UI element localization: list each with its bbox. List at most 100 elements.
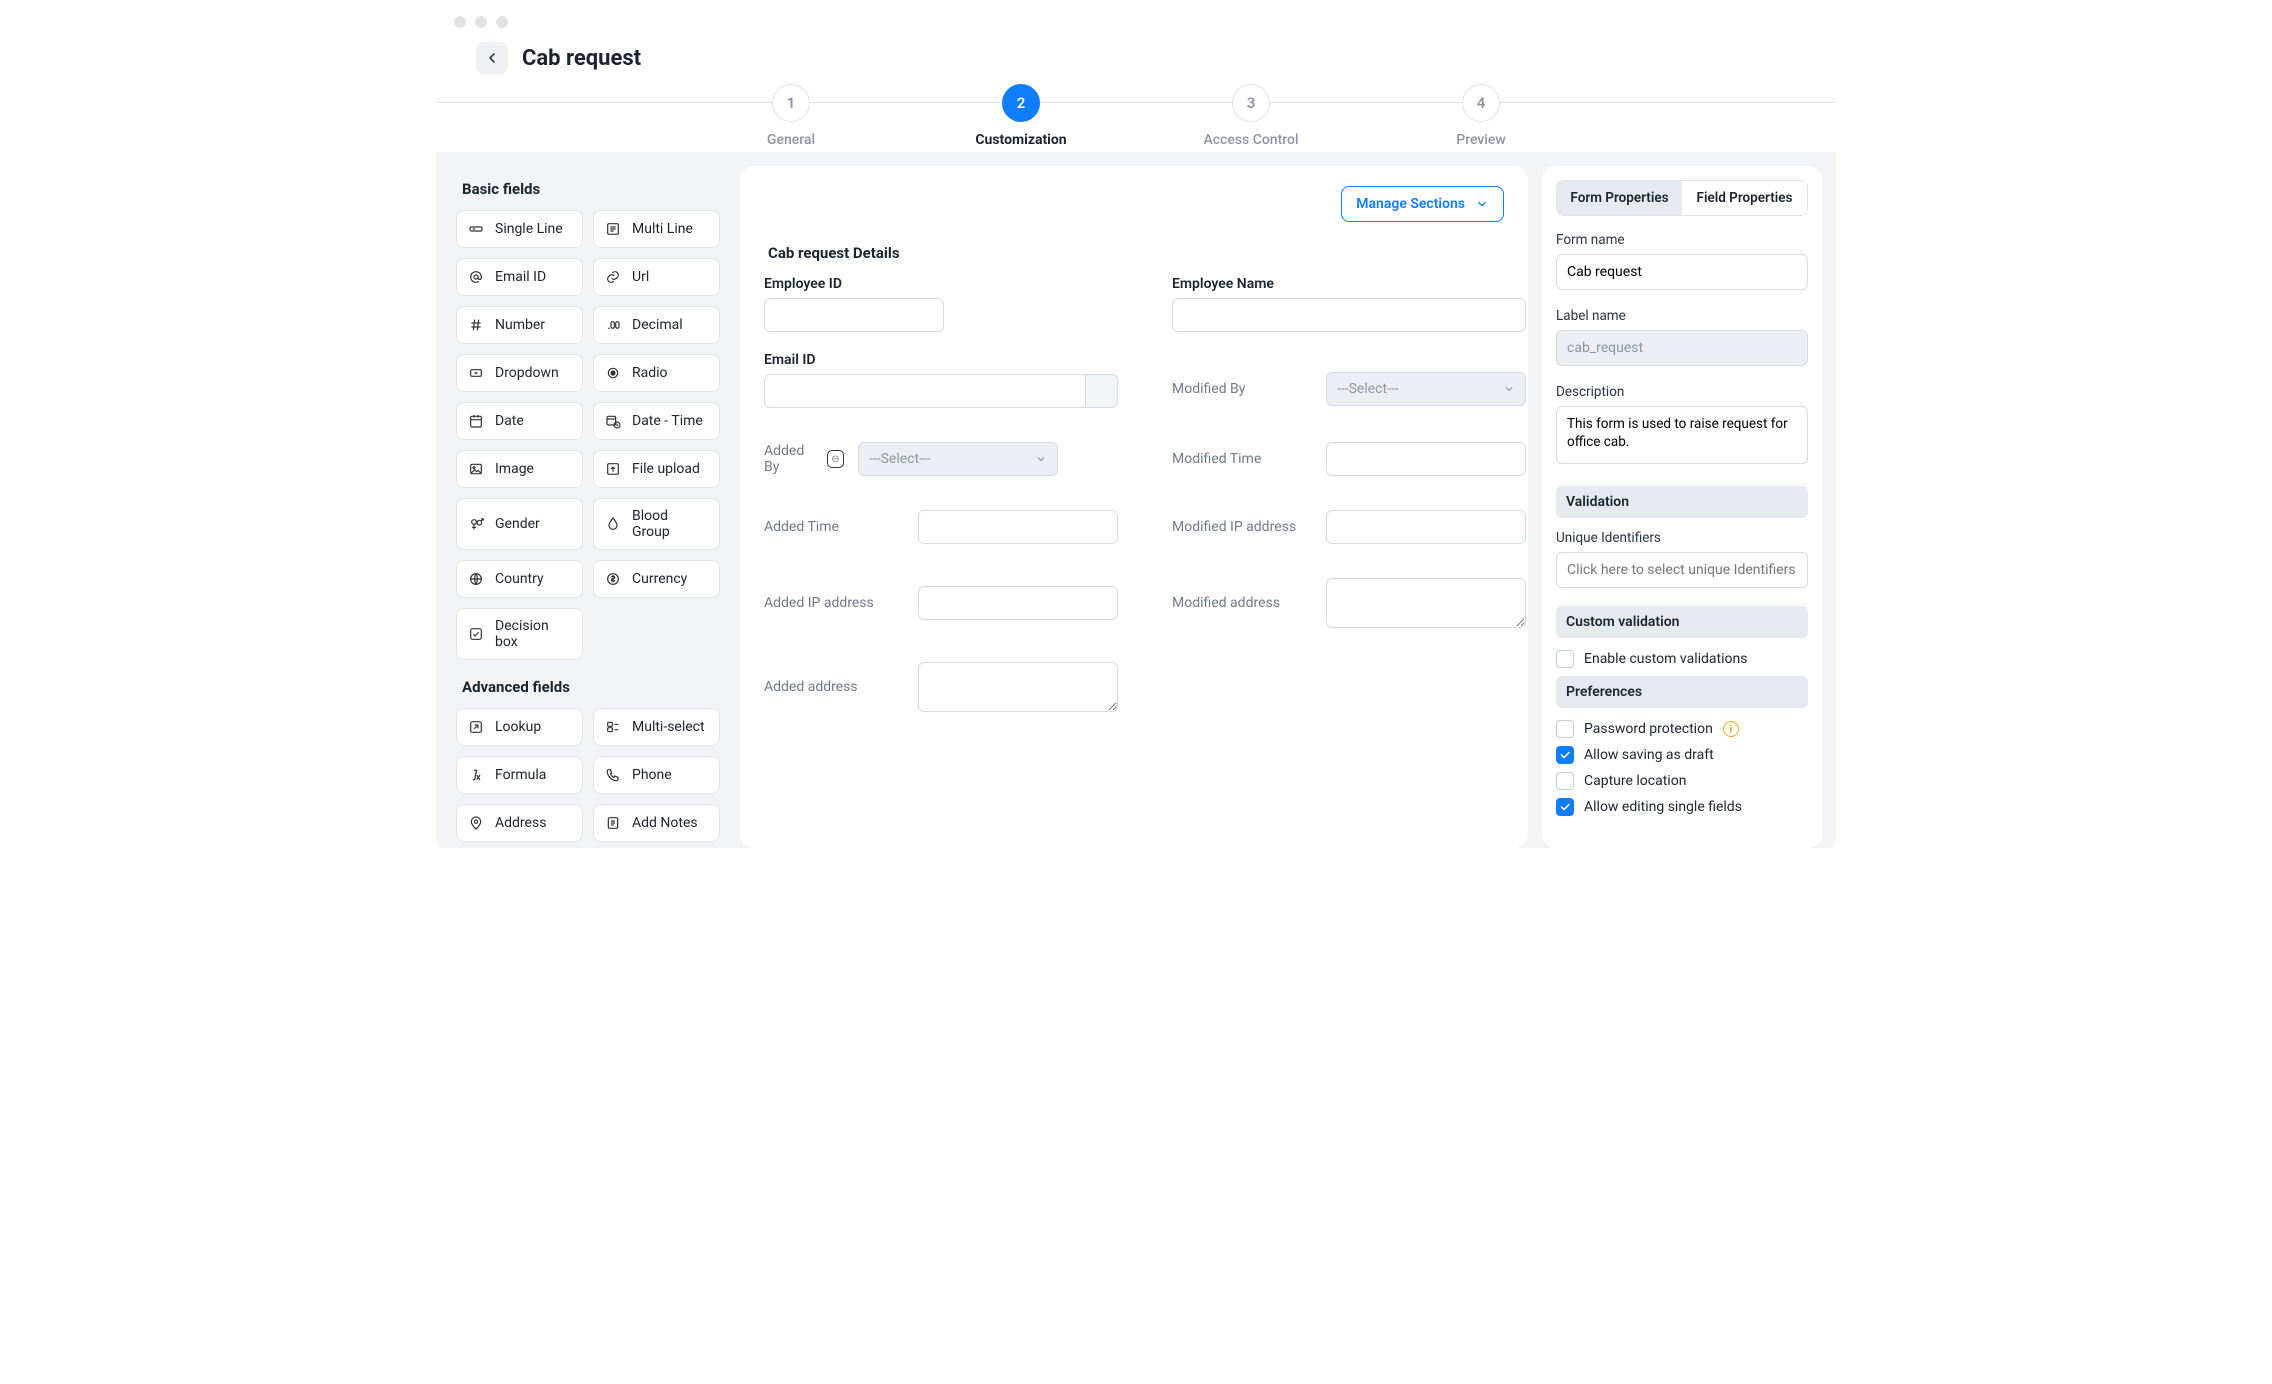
field-chip-url[interactable]: Url: [593, 258, 720, 296]
field-employee-name[interactable]: Employee Name: [1172, 276, 1526, 332]
employee-name-input[interactable]: [1172, 298, 1526, 332]
field-chip-add-notes[interactable]: Add Notes: [593, 804, 720, 842]
pref-allow-draft[interactable]: Allow saving as draft: [1556, 746, 1808, 764]
field-chip-date[interactable]: Date: [456, 402, 583, 440]
tab-field-properties[interactable]: Field Properties: [1682, 181, 1807, 215]
decimal-icon: [604, 316, 622, 334]
field-chip-phone[interactable]: Phone: [593, 756, 720, 794]
step-number: 1: [772, 84, 810, 122]
field-chip-date-time[interactable]: Date - Time: [593, 402, 720, 440]
checkbox-checked[interactable]: [1556, 798, 1574, 816]
field-added-by[interactable]: Added By ⊖ ---Select---: [764, 442, 1118, 476]
field-modified-address[interactable]: Modified address: [1172, 578, 1526, 628]
chevron-down-icon: [1475, 197, 1489, 211]
field-chip-multi-line[interactable]: Multi Line: [593, 210, 720, 248]
pref-capture-location[interactable]: Capture location: [1556, 772, 1808, 790]
checkbox-label: Allow editing single fields: [1584, 799, 1742, 815]
field-modified-ip[interactable]: Modified IP address: [1172, 510, 1526, 544]
field-modified-by[interactable]: Modified By ---Select---: [1172, 370, 1526, 408]
checkbox-checked[interactable]: [1556, 746, 1574, 764]
field-chip-single-line[interactable]: Single Line: [456, 210, 583, 248]
chevron-down-icon: [1035, 453, 1047, 465]
modified-time-input[interactable]: [1326, 442, 1526, 476]
form-name-input[interactable]: [1556, 254, 1808, 290]
field-label: Added address: [764, 679, 904, 695]
link-badge-icon: ⊖: [827, 450, 844, 468]
employee-id-input[interactable]: [764, 298, 944, 332]
field-label: Modified Time: [1172, 451, 1312, 467]
field-chip-multi-select[interactable]: Multi-select: [593, 708, 720, 746]
back-button[interactable]: [476, 42, 508, 74]
field-chip-label: Date: [495, 413, 524, 429]
calendar-clock-icon: [604, 412, 622, 430]
added-by-select[interactable]: ---Select---: [858, 442, 1058, 476]
field-chip-gender[interactable]: Gender: [456, 498, 583, 550]
checkbox-unchecked[interactable]: [1556, 650, 1574, 668]
gender-icon: [467, 515, 485, 533]
field-employee-id[interactable]: Employee ID: [764, 276, 1118, 332]
chevron-down-icon: [1503, 383, 1515, 395]
tab-form-properties[interactable]: Form Properties: [1557, 181, 1682, 215]
field-chip-lookup[interactable]: Lookup: [456, 708, 583, 746]
advanced-fields-title: Advanced fields: [462, 678, 714, 696]
form-name-label: Form name: [1556, 232, 1808, 248]
field-chip-blood-group[interactable]: Blood Group: [593, 498, 720, 550]
field-chip-dropdown[interactable]: Dropdown: [456, 354, 583, 392]
unique-identifiers-input[interactable]: [1556, 552, 1808, 588]
field-chip-formula[interactable]: Formula: [456, 756, 583, 794]
field-added-time[interactable]: Added Time: [764, 510, 1118, 544]
manage-sections-button[interactable]: Manage Sections: [1341, 186, 1504, 222]
modified-by-select[interactable]: ---Select---: [1326, 372, 1526, 406]
field-chip-country[interactable]: Country: [456, 560, 583, 598]
field-chip-label: Date - Time: [632, 413, 703, 429]
added-address-input[interactable]: [918, 662, 1118, 712]
modified-ip-input[interactable]: [1326, 510, 1526, 544]
single-line-icon: [467, 220, 485, 238]
stepper: 1 General 2 Customization 3 Access Control…: [436, 84, 1836, 148]
field-chip-label: Single Line: [495, 221, 563, 237]
manage-sections-label: Manage Sections: [1356, 196, 1465, 212]
field-modified-time[interactable]: Modified Time: [1172, 442, 1526, 476]
checkbox-label: Capture location: [1584, 773, 1686, 789]
image-icon: [467, 460, 485, 478]
enable-custom-validations-row[interactable]: Enable custom validations: [1556, 650, 1808, 668]
field-chip-label: Url: [632, 269, 649, 285]
checkbox-unchecked[interactable]: [1556, 720, 1574, 738]
pref-allow-edit-single[interactable]: Allow editing single fields: [1556, 798, 1808, 816]
field-added-address[interactable]: Added address: [764, 662, 1118, 712]
field-chip-currency[interactable]: Currency: [593, 560, 720, 598]
field-chip-image[interactable]: Image: [456, 450, 583, 488]
field-added-ip[interactable]: Added IP address: [764, 578, 1118, 628]
step-number: 3: [1232, 84, 1270, 122]
hash-icon: [467, 316, 485, 334]
modified-address-input[interactable]: [1326, 578, 1526, 628]
field-label: Modified By: [1172, 381, 1312, 397]
pin-icon: [467, 814, 485, 832]
field-chip-number[interactable]: Number: [456, 306, 583, 344]
field-chip-file-upload[interactable]: File upload: [593, 450, 720, 488]
field-chip-radio[interactable]: Radio: [593, 354, 720, 392]
step-customization[interactable]: 2 Customization: [961, 84, 1081, 148]
field-chip-address[interactable]: Address: [456, 804, 583, 842]
checkbox-unchecked[interactable]: [1556, 772, 1574, 790]
calendar-clock-icon[interactable]: [1525, 443, 1526, 475]
step-access-control[interactable]: 3 Access Control: [1191, 84, 1311, 148]
field-label: Modified IP address: [1172, 519, 1312, 535]
added-time-input[interactable]: [918, 510, 1118, 544]
upload-icon: [604, 460, 622, 478]
field-chip-label: Multi Line: [632, 221, 693, 237]
description-input[interactable]: This form is used to raise request for o…: [1556, 406, 1808, 464]
page-title: Cab request: [522, 46, 641, 71]
field-chip-email-id[interactable]: Email ID: [456, 258, 583, 296]
step-general[interactable]: 1 General: [731, 84, 851, 148]
pref-password-protection[interactable]: Password protection i: [1556, 720, 1808, 738]
added-ip-input[interactable]: [918, 586, 1118, 620]
field-email-id[interactable]: Email ID: [764, 352, 1118, 408]
select-placeholder: ---Select---: [869, 451, 931, 467]
field-chip-decision-box[interactable]: Decision box: [456, 608, 583, 660]
link-icon: [604, 268, 622, 286]
calendar-clock-icon[interactable]: [1117, 511, 1118, 543]
step-preview[interactable]: 4 Preview: [1421, 84, 1541, 148]
field-chip-decimal[interactable]: Decimal: [593, 306, 720, 344]
email-id-input[interactable]: [764, 374, 1086, 408]
